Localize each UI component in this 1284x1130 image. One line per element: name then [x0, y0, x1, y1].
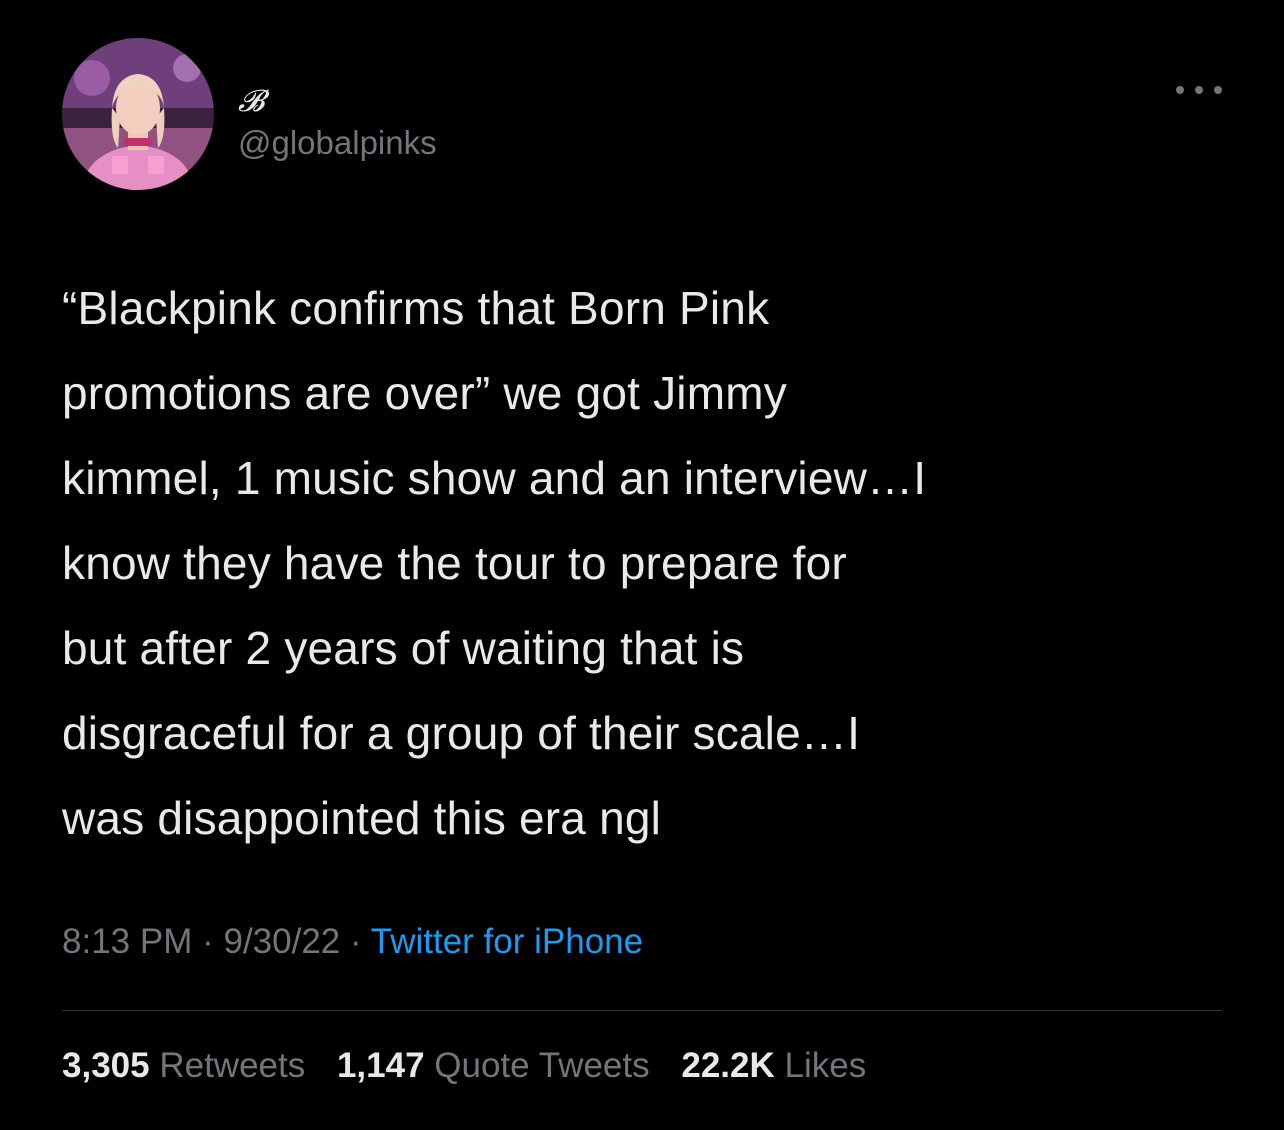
more-horizontal-icon — [1214, 86, 1222, 94]
user-handle[interactable]: @globalpinks — [238, 124, 437, 162]
quote-tweets-count: 1,147 — [336, 1046, 425, 1085]
tweet-text: “Blackpink confirms that Born Pink promo… — [62, 282, 927, 844]
more-horizontal-icon — [1195, 86, 1203, 94]
meta-separator: · — [202, 922, 214, 961]
likes-count: 22.2K — [681, 1046, 775, 1085]
likes-stat[interactable]: 22.2K Likes — [681, 1046, 866, 1085]
avatar-image — [62, 38, 214, 190]
more-horizontal-icon — [1176, 86, 1184, 94]
more-options-button[interactable] — [1176, 80, 1222, 100]
tweet-date[interactable]: 9/30/22 — [223, 922, 340, 961]
meta-separator: · — [350, 922, 362, 961]
divider — [62, 1010, 1222, 1011]
retweets-stat[interactable]: 3,305 Retweets — [62, 1046, 315, 1085]
retweets-count: 3,305 — [62, 1046, 150, 1085]
quote-tweets-label: Quote Tweets — [434, 1046, 650, 1085]
likes-label: Likes — [784, 1046, 867, 1085]
tweet-source-link[interactable]: Twitter for iPhone — [371, 922, 643, 961]
tweet-header: 𝓑 @globalpinks — [62, 38, 1222, 198]
retweets-label: Retweets — [159, 1046, 306, 1085]
quote-tweets-stat[interactable]: 1,147 Quote Tweets — [337, 1046, 659, 1085]
display-name[interactable]: 𝓑 — [238, 84, 264, 119]
tweet-metadata: 8:13 PM · 9/30/22 · Twitter for iPhone — [62, 922, 643, 962]
tweet-time[interactable]: 8:13 PM — [62, 922, 192, 961]
tweet-stats: 3,305 Retweets 1,147 Quote Tweets 22.2K … — [62, 1046, 888, 1086]
avatar[interactable] — [62, 38, 214, 190]
